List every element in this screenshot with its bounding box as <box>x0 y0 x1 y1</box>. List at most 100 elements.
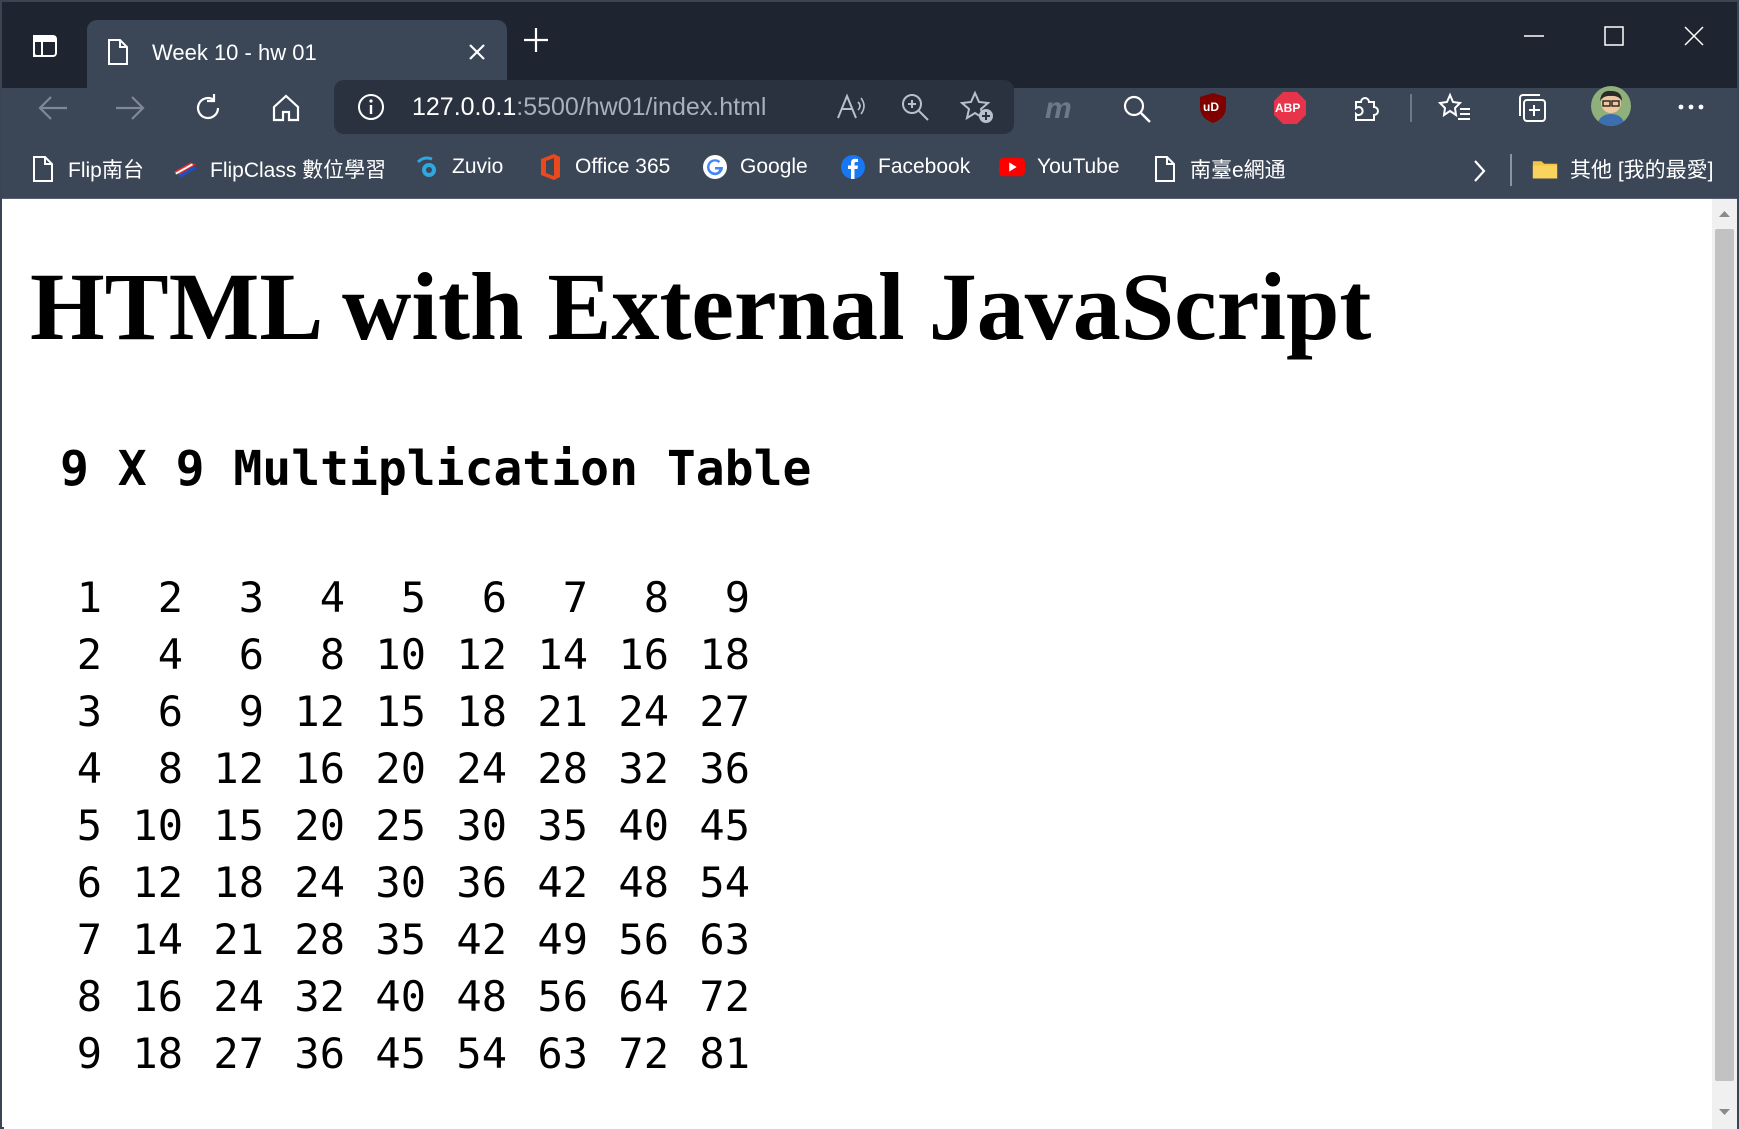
table-cell: 15 <box>375 687 426 736</box>
page-content: HTML with External JavaScript 9 X 9 Mult… <box>4 199 1712 1129</box>
back-icon[interactable] <box>37 94 69 122</box>
table-cell: 45 <box>375 1029 426 1078</box>
site-info-icon[interactable] <box>356 92 386 122</box>
extensions-icon[interactable] <box>1350 92 1382 124</box>
chevron-right-icon[interactable] <box>1470 158 1488 184</box>
url-text: 127.0.0.1:5500/hw01/index.html <box>412 93 767 121</box>
minimize-icon[interactable] <box>1522 22 1546 50</box>
table-cell: 18 <box>456 687 507 736</box>
tab-title: Week 10 - hw 01 <box>152 40 317 65</box>
table-cell: 2 <box>76 630 102 679</box>
bookmark-stust-enet[interactable]: 南臺e網通 <box>1152 154 1286 184</box>
table-cell: 30 <box>375 858 426 907</box>
scroll-down-icon[interactable] <box>1716 1105 1733 1119</box>
new-tab-icon[interactable] <box>522 26 550 54</box>
maximize-icon[interactable] <box>1602 22 1626 50</box>
multiplication-table: 1 2 3 4 5 6 7 8 9 2 4 6 8 10 12 14 16 18 3 6 9 12 15 18 21 24 27 4 8… <box>62 569 750 1082</box>
table-cell: 9 <box>724 573 750 622</box>
table-cell: 27 <box>699 687 750 736</box>
table-cell: 8 <box>319 630 345 679</box>
bookmark-flipclass[interactable]: FlipClass 數位學習 <box>172 154 386 184</box>
page-title: HTML with External JavaScript <box>30 253 1372 360</box>
tab-actions-button[interactable] <box>16 22 74 70</box>
favorites-icon[interactable] <box>1438 92 1472 124</box>
office-icon <box>537 154 563 180</box>
table-row: 3 6 9 12 15 18 21 24 27 <box>62 683 750 740</box>
bookmark-flip[interactable]: Flip南台 <box>30 154 144 184</box>
table-cell: 30 <box>456 801 507 850</box>
table-cell: 63 <box>537 1029 588 1078</box>
table-cell: 48 <box>456 972 507 1021</box>
refresh-icon[interactable] <box>192 92 224 124</box>
ublock-icon[interactable]: uD <box>1198 92 1228 124</box>
page-icon <box>30 156 56 182</box>
collections-icon[interactable] <box>1516 92 1548 124</box>
table-cell: 18 <box>132 1029 183 1078</box>
facebook-icon <box>840 154 866 180</box>
table-cell: 72 <box>618 1029 669 1078</box>
table-cell: 6 <box>238 630 264 679</box>
address-bar[interactable]: 127.0.0.1:5500/hw01/index.html <box>334 80 1014 134</box>
bookmark-youtube[interactable]: YouTube <box>999 154 1120 180</box>
table-cell: 12 <box>213 744 264 793</box>
table-cell: 24 <box>213 972 264 1021</box>
table-cell: 9 <box>238 687 264 736</box>
scrollbar-thumb[interactable] <box>1715 229 1734 1081</box>
bookmark-google[interactable]: Google <box>702 154 808 180</box>
tab-actions-icon <box>33 35 57 57</box>
table-cell: 14 <box>537 630 588 679</box>
youtube-icon <box>999 154 1025 180</box>
zoom-icon[interactable] <box>900 92 930 122</box>
vertical-scrollbar[interactable] <box>1712 199 1737 1129</box>
more-menu-icon[interactable] <box>1676 100 1706 114</box>
table-row: 5 10 15 20 25 30 35 40 45 <box>62 797 750 854</box>
forward-icon[interactable] <box>114 94 146 122</box>
bookmark-office365[interactable]: Office 365 <box>537 154 670 180</box>
read-aloud-icon[interactable] <box>836 92 868 122</box>
page-icon <box>1152 156 1178 182</box>
table-cell: 35 <box>375 915 426 964</box>
close-window-icon[interactable] <box>1682 22 1706 50</box>
other-favorites-folder[interactable]: 其他 [我的最愛] <box>1532 154 1714 184</box>
table-cell: 20 <box>375 744 426 793</box>
table-cell: 18 <box>213 858 264 907</box>
table-cell: 15 <box>213 801 264 850</box>
bookmark-zuvio[interactable]: Zuvio <box>414 154 503 180</box>
tab-active[interactable]: Week 10 - hw 01 <box>87 20 507 88</box>
table-cell: 8 <box>76 972 102 1021</box>
table-cell: 1 <box>76 573 102 622</box>
table-cell: 14 <box>132 915 183 964</box>
avatar[interactable] <box>1591 86 1631 126</box>
table-row: 9 18 27 36 45 54 63 72 81 <box>62 1025 750 1082</box>
adblock-plus-icon[interactable]: ABP <box>1273 91 1307 125</box>
table-cell: 4 <box>76 744 102 793</box>
table-cell: 49 <box>537 915 588 964</box>
table-cell: 24 <box>618 687 669 736</box>
table-cell: 10 <box>375 630 426 679</box>
close-tab-icon[interactable] <box>465 40 489 64</box>
table-cell: 16 <box>294 744 345 793</box>
toolbar-divider <box>1410 94 1412 122</box>
table-cell: 2 <box>157 573 183 622</box>
page-icon <box>108 39 128 65</box>
table-row: 8 16 24 32 40 48 56 64 72 <box>62 968 750 1025</box>
table-cell: 56 <box>537 972 588 1021</box>
scroll-up-icon[interactable] <box>1716 207 1733 221</box>
home-icon[interactable] <box>270 92 302 124</box>
table-cell: 63 <box>699 915 750 964</box>
table-cell: 25 <box>375 801 426 850</box>
table-cell: 27 <box>213 1029 264 1078</box>
table-title: 9 X 9 Multiplication Table <box>60 441 812 497</box>
table-cell: 7 <box>76 915 102 964</box>
bookmarks-bar: Flip南台 FlipClass 數位學習 Zuvio Office 365 G… <box>2 142 1737 199</box>
table-cell: 4 <box>319 573 345 622</box>
table-cell: 18 <box>699 630 750 679</box>
table-cell: 9 <box>76 1029 102 1078</box>
table-cell: 5 <box>76 801 102 850</box>
add-favorite-icon[interactable] <box>960 90 994 124</box>
table-cell: 21 <box>537 687 588 736</box>
search-icon[interactable] <box>1122 94 1152 124</box>
table-cell: 6 <box>157 687 183 736</box>
extension-m-icon[interactable]: m <box>1045 92 1072 126</box>
bookmark-facebook[interactable]: Facebook <box>840 154 970 180</box>
